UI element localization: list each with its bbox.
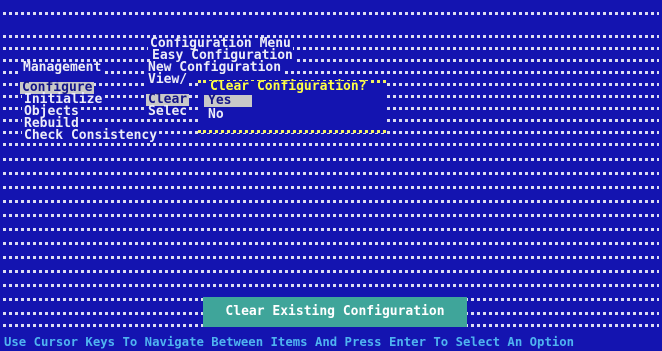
dotted-row: [3, 143, 659, 146]
dialog-option-yes[interactable]: Yes: [204, 94, 252, 107]
footer-bar: Use Cursor Keys To Navigate Between Item…: [0, 333, 662, 351]
dotted-row: [3, 228, 659, 231]
status-message-box: Clear Existing Configuration: [203, 297, 467, 327]
dotted-row: [3, 35, 659, 38]
clear-config-dialog: Clear Configuration? Yes No: [198, 80, 386, 133]
footer-help-text: Use Cursor Keys To Navigate Between Item…: [4, 335, 575, 349]
dotted-row: [3, 12, 659, 15]
menu-item-view[interactable]: View/: [146, 73, 190, 86]
main-item-check-consistency[interactable]: Check Consistency: [22, 129, 160, 142]
management-label[interactable]: Management: [21, 61, 104, 74]
dotted-row: [3, 47, 659, 50]
dotted-row: [3, 270, 659, 273]
status-message: Clear Existing Configuration: [225, 304, 445, 319]
dotted-row: [3, 172, 659, 175]
menu-item-select[interactable]: Selec: [146, 105, 190, 118]
dotted-row: [3, 284, 659, 287]
bios-screen: Configuration Menu Easy Configuration Ne…: [0, 0, 662, 351]
dotted-row: [3, 158, 659, 161]
dotted-row: [3, 200, 659, 203]
dialog-option-no[interactable]: No: [206, 108, 226, 121]
dotted-row: [3, 186, 659, 189]
dotted-row: [3, 214, 659, 217]
dotted-row: [3, 256, 659, 259]
dialog-title: Clear Configuration?: [208, 79, 369, 94]
dotted-row: [3, 242, 659, 245]
